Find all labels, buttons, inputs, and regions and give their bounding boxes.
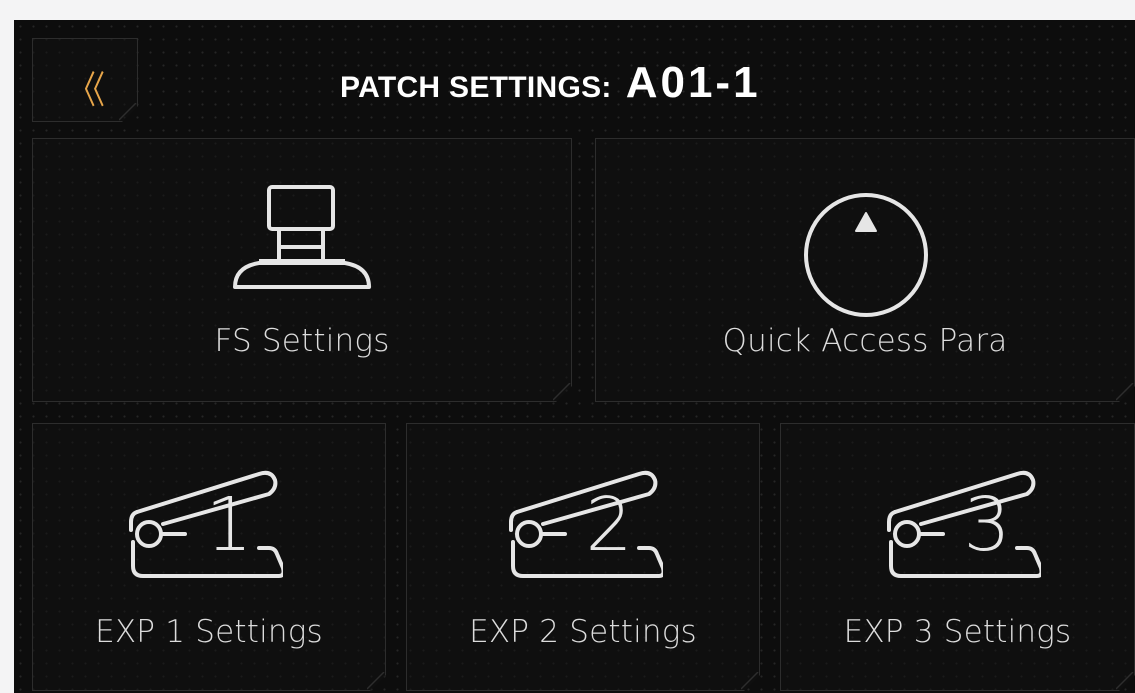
page-title: PATCH SETTINGS: A01-1 <box>340 58 761 108</box>
quick-access-para-card[interactable]: Quick Access Para <box>595 138 1135 402</box>
card-corner-decoration <box>1116 672 1134 690</box>
expression-pedal-icon: 1 <box>119 468 283 586</box>
fs-settings-label: FS Settings <box>214 323 390 359</box>
exp-2-settings-label: EXP 2 Settings <box>469 614 697 650</box>
exp-3-settings-label: EXP 3 Settings <box>843 614 1072 650</box>
double-chevron-left-icon: 〈〈 <box>69 68 101 112</box>
card-corner-decoration <box>367 672 385 690</box>
footswitch-icon <box>231 183 373 295</box>
pedal-number: 1 <box>205 482 252 568</box>
fs-settings-card[interactable]: FS Settings <box>32 138 572 402</box>
exp-3-settings-card[interactable]: 3 EXP 3 Settings <box>780 423 1135 691</box>
exp-1-settings-card[interactable]: 1 EXP 1 Settings <box>32 423 386 691</box>
expression-pedal-icon: 3 <box>877 468 1041 586</box>
card-corner-decoration <box>553 383 571 401</box>
knob-icon <box>802 191 930 319</box>
expression-pedal-icon: 2 <box>499 468 663 586</box>
patch-id: A01-1 <box>625 58 761 107</box>
card-corner-decoration <box>1116 383 1134 401</box>
patch-settings-screen: 〈〈 PATCH SETTINGS: A01-1 FS Settings Qui… <box>14 20 1135 693</box>
page-title-label: PATCH SETTINGS: <box>340 71 612 104</box>
pedal-number: 2 <box>585 482 632 568</box>
exp-1-settings-label: EXP 1 Settings <box>95 614 323 650</box>
exp-2-settings-card[interactable]: 2 EXP 2 Settings <box>406 423 760 691</box>
quick-access-para-label: Quick Access Para <box>722 323 1008 359</box>
back-button[interactable]: 〈〈 <box>32 38 138 122</box>
pedal-number: 3 <box>963 482 1010 568</box>
card-corner-decoration <box>119 103 137 121</box>
card-corner-decoration <box>741 672 759 690</box>
